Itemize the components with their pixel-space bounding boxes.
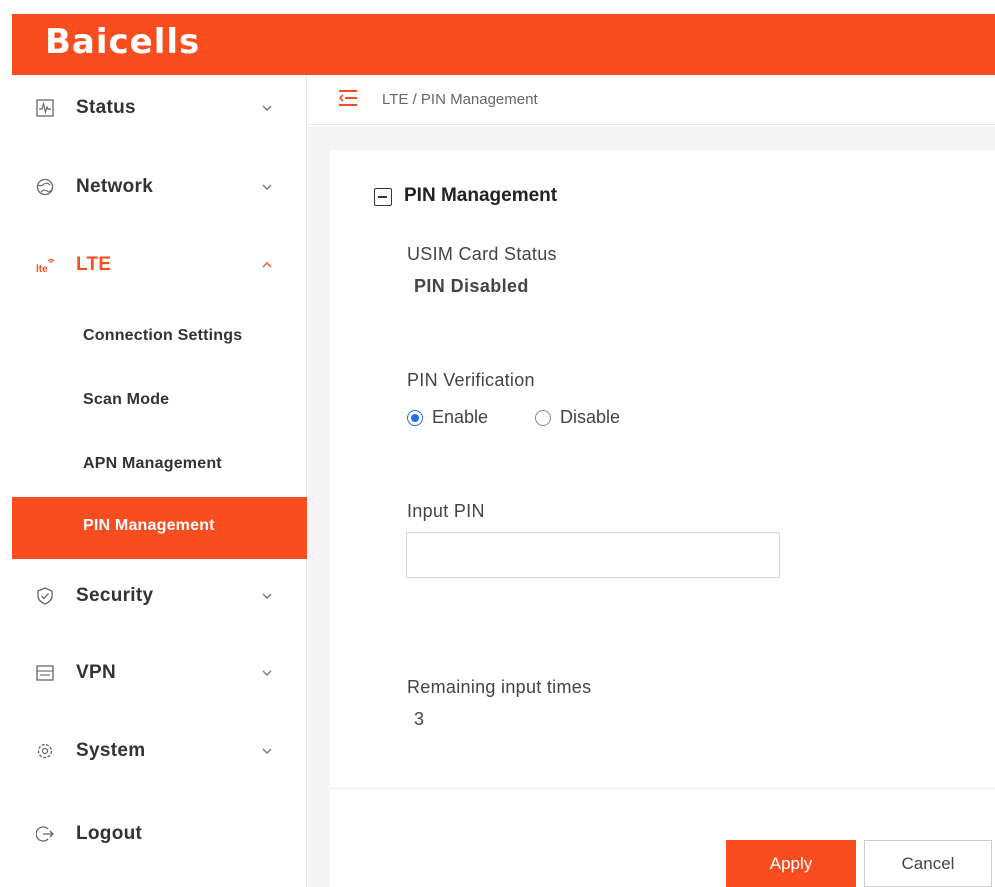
sidebar-item-label: VPN xyxy=(76,662,116,683)
chevron-down-icon xyxy=(262,670,272,676)
sidebar-subitem-label: Scan Mode xyxy=(83,391,170,408)
logout-icon xyxy=(36,826,54,842)
sidebar-item-system[interactable]: System xyxy=(12,726,307,776)
sidebar-item-logout[interactable]: Logout xyxy=(12,809,307,859)
lte-icon: lte xyxy=(36,258,55,274)
sidebar: Status Network lte LTE Connection Settin… xyxy=(12,75,307,887)
chevron-up-icon xyxy=(262,262,272,268)
menu-fold-icon[interactable] xyxy=(338,89,358,107)
radio-enable-label[interactable]: Enable xyxy=(432,407,488,428)
brand-logo: Baicells xyxy=(45,22,201,62)
chevron-down-icon xyxy=(262,593,272,599)
sidebar-item-label: Logout xyxy=(76,823,143,844)
radio-disable-label[interactable]: Disable xyxy=(560,407,620,428)
shield-icon xyxy=(37,587,53,605)
input-pin-label: Input PIN xyxy=(407,501,485,521)
chevron-down-icon xyxy=(262,184,272,190)
pin-verification-label: PIN Verification xyxy=(407,370,535,390)
sidebar-item-label: Security xyxy=(76,585,154,606)
sidebar-item-label: System xyxy=(76,740,146,761)
cancel-button[interactable]: Cancel xyxy=(864,840,992,887)
sidebar-subitem-scan-mode[interactable]: Scan Mode xyxy=(12,371,307,431)
collapse-icon[interactable] xyxy=(374,188,392,206)
sidebar-subitem-connection-settings[interactable]: Connection Settings xyxy=(12,307,307,367)
gear-icon xyxy=(37,743,53,759)
sidebar-item-label: Network xyxy=(76,176,154,197)
top-header: Baicells xyxy=(12,14,995,75)
breadcrumb-text: LTE / PIN Management xyxy=(382,91,538,108)
sidebar-item-status[interactable]: Status xyxy=(12,83,307,133)
section-title: PIN Management xyxy=(404,185,558,206)
sidebar-item-vpn[interactable]: VPN xyxy=(12,648,307,698)
sidebar-subitem-apn-management[interactable]: APN Management xyxy=(12,435,307,495)
sidebar-item-label: Status xyxy=(76,97,136,118)
pin-input[interactable] xyxy=(406,532,780,578)
sidebar-subitem-label: APN Management xyxy=(83,455,222,472)
sidebar-item-lte[interactable]: lte LTE xyxy=(12,240,307,290)
sidebar-item-label: LTE xyxy=(76,254,112,275)
usim-status-value: PIN Disabled xyxy=(414,276,529,296)
sidebar-subitem-label: PIN Management xyxy=(83,517,215,534)
remaining-times-value: 3 xyxy=(414,709,425,729)
apply-button[interactable]: Apply xyxy=(726,840,856,887)
usim-status-label: USIM Card Status xyxy=(407,244,557,264)
chevron-down-icon xyxy=(262,105,272,111)
chevron-down-icon xyxy=(262,748,272,754)
radio-enable[interactable] xyxy=(407,410,423,426)
globe-icon xyxy=(36,178,54,196)
pulse-icon xyxy=(36,99,54,117)
svg-text:lte: lte xyxy=(36,264,48,274)
radio-disable[interactable] xyxy=(535,410,551,426)
vpn-icon xyxy=(36,665,54,681)
sidebar-item-security[interactable]: Security xyxy=(12,571,307,621)
remaining-times-label: Remaining input times xyxy=(407,677,592,697)
sidebar-subitem-label: Connection Settings xyxy=(83,327,243,344)
sidebar-item-network[interactable]: Network xyxy=(12,162,307,212)
sidebar-subitem-pin-management[interactable]: PIN Management xyxy=(12,497,307,559)
breadcrumb: LTE / PIN Management xyxy=(308,75,995,125)
